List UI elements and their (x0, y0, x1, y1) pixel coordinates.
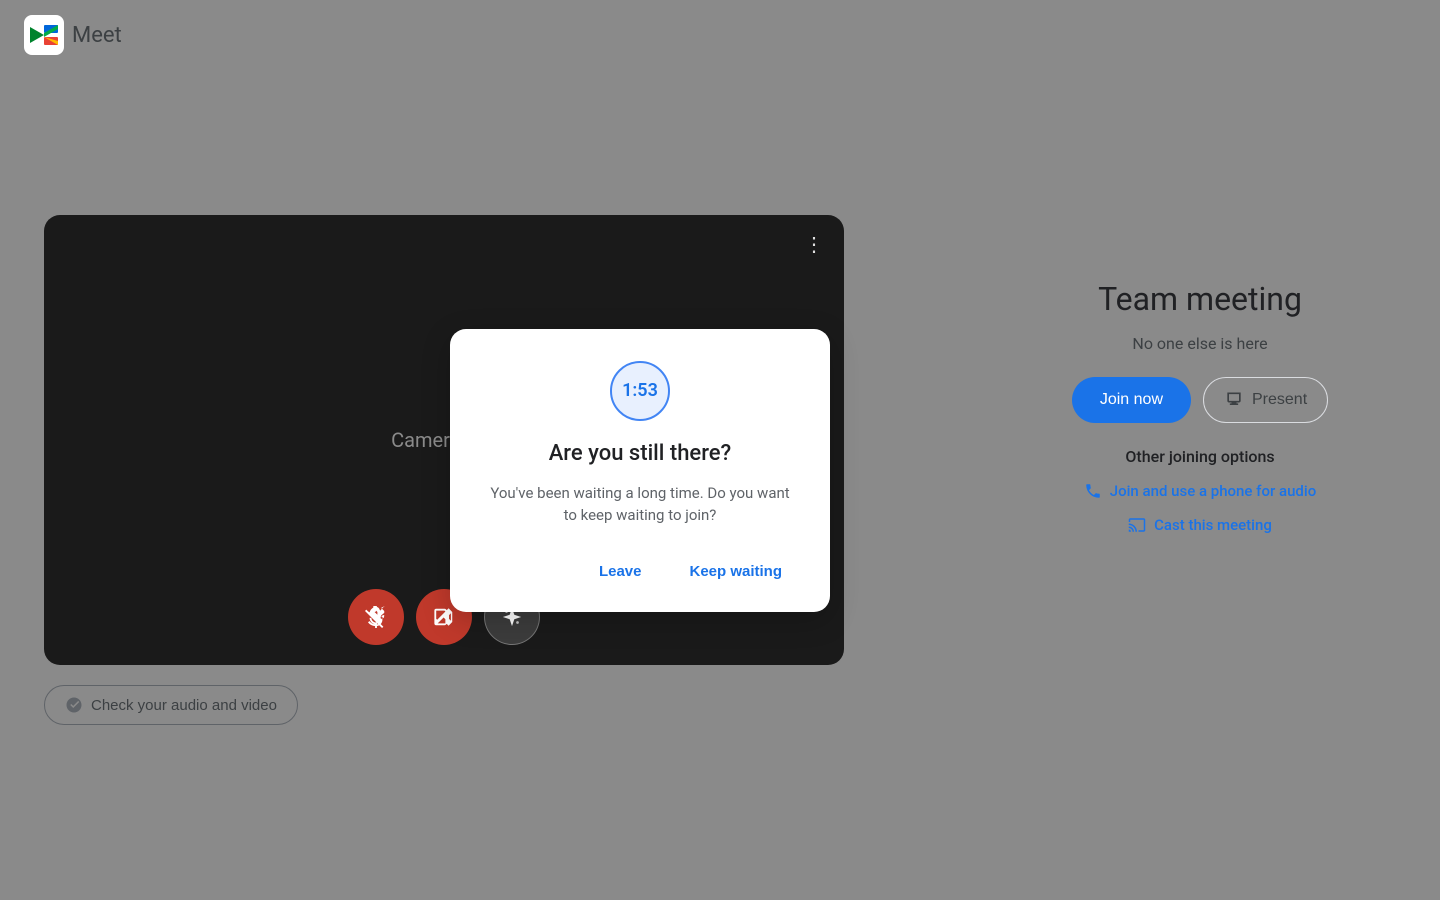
modal-body: You've been waiting a long time. Do you … (482, 482, 798, 527)
countdown-timer: 1:53 (610, 361, 670, 421)
modal-title: Are you still there? (549, 441, 732, 466)
modal-actions: Leave Keep waiting (482, 555, 798, 588)
leave-button[interactable]: Leave (583, 555, 658, 588)
keep-waiting-button[interactable]: Keep waiting (673, 555, 798, 588)
still-there-dialog: 1:53 Are you still there? You've been wa… (450, 329, 830, 612)
modal-overlay: 1:53 Are you still there? You've been wa… (0, 0, 1440, 900)
